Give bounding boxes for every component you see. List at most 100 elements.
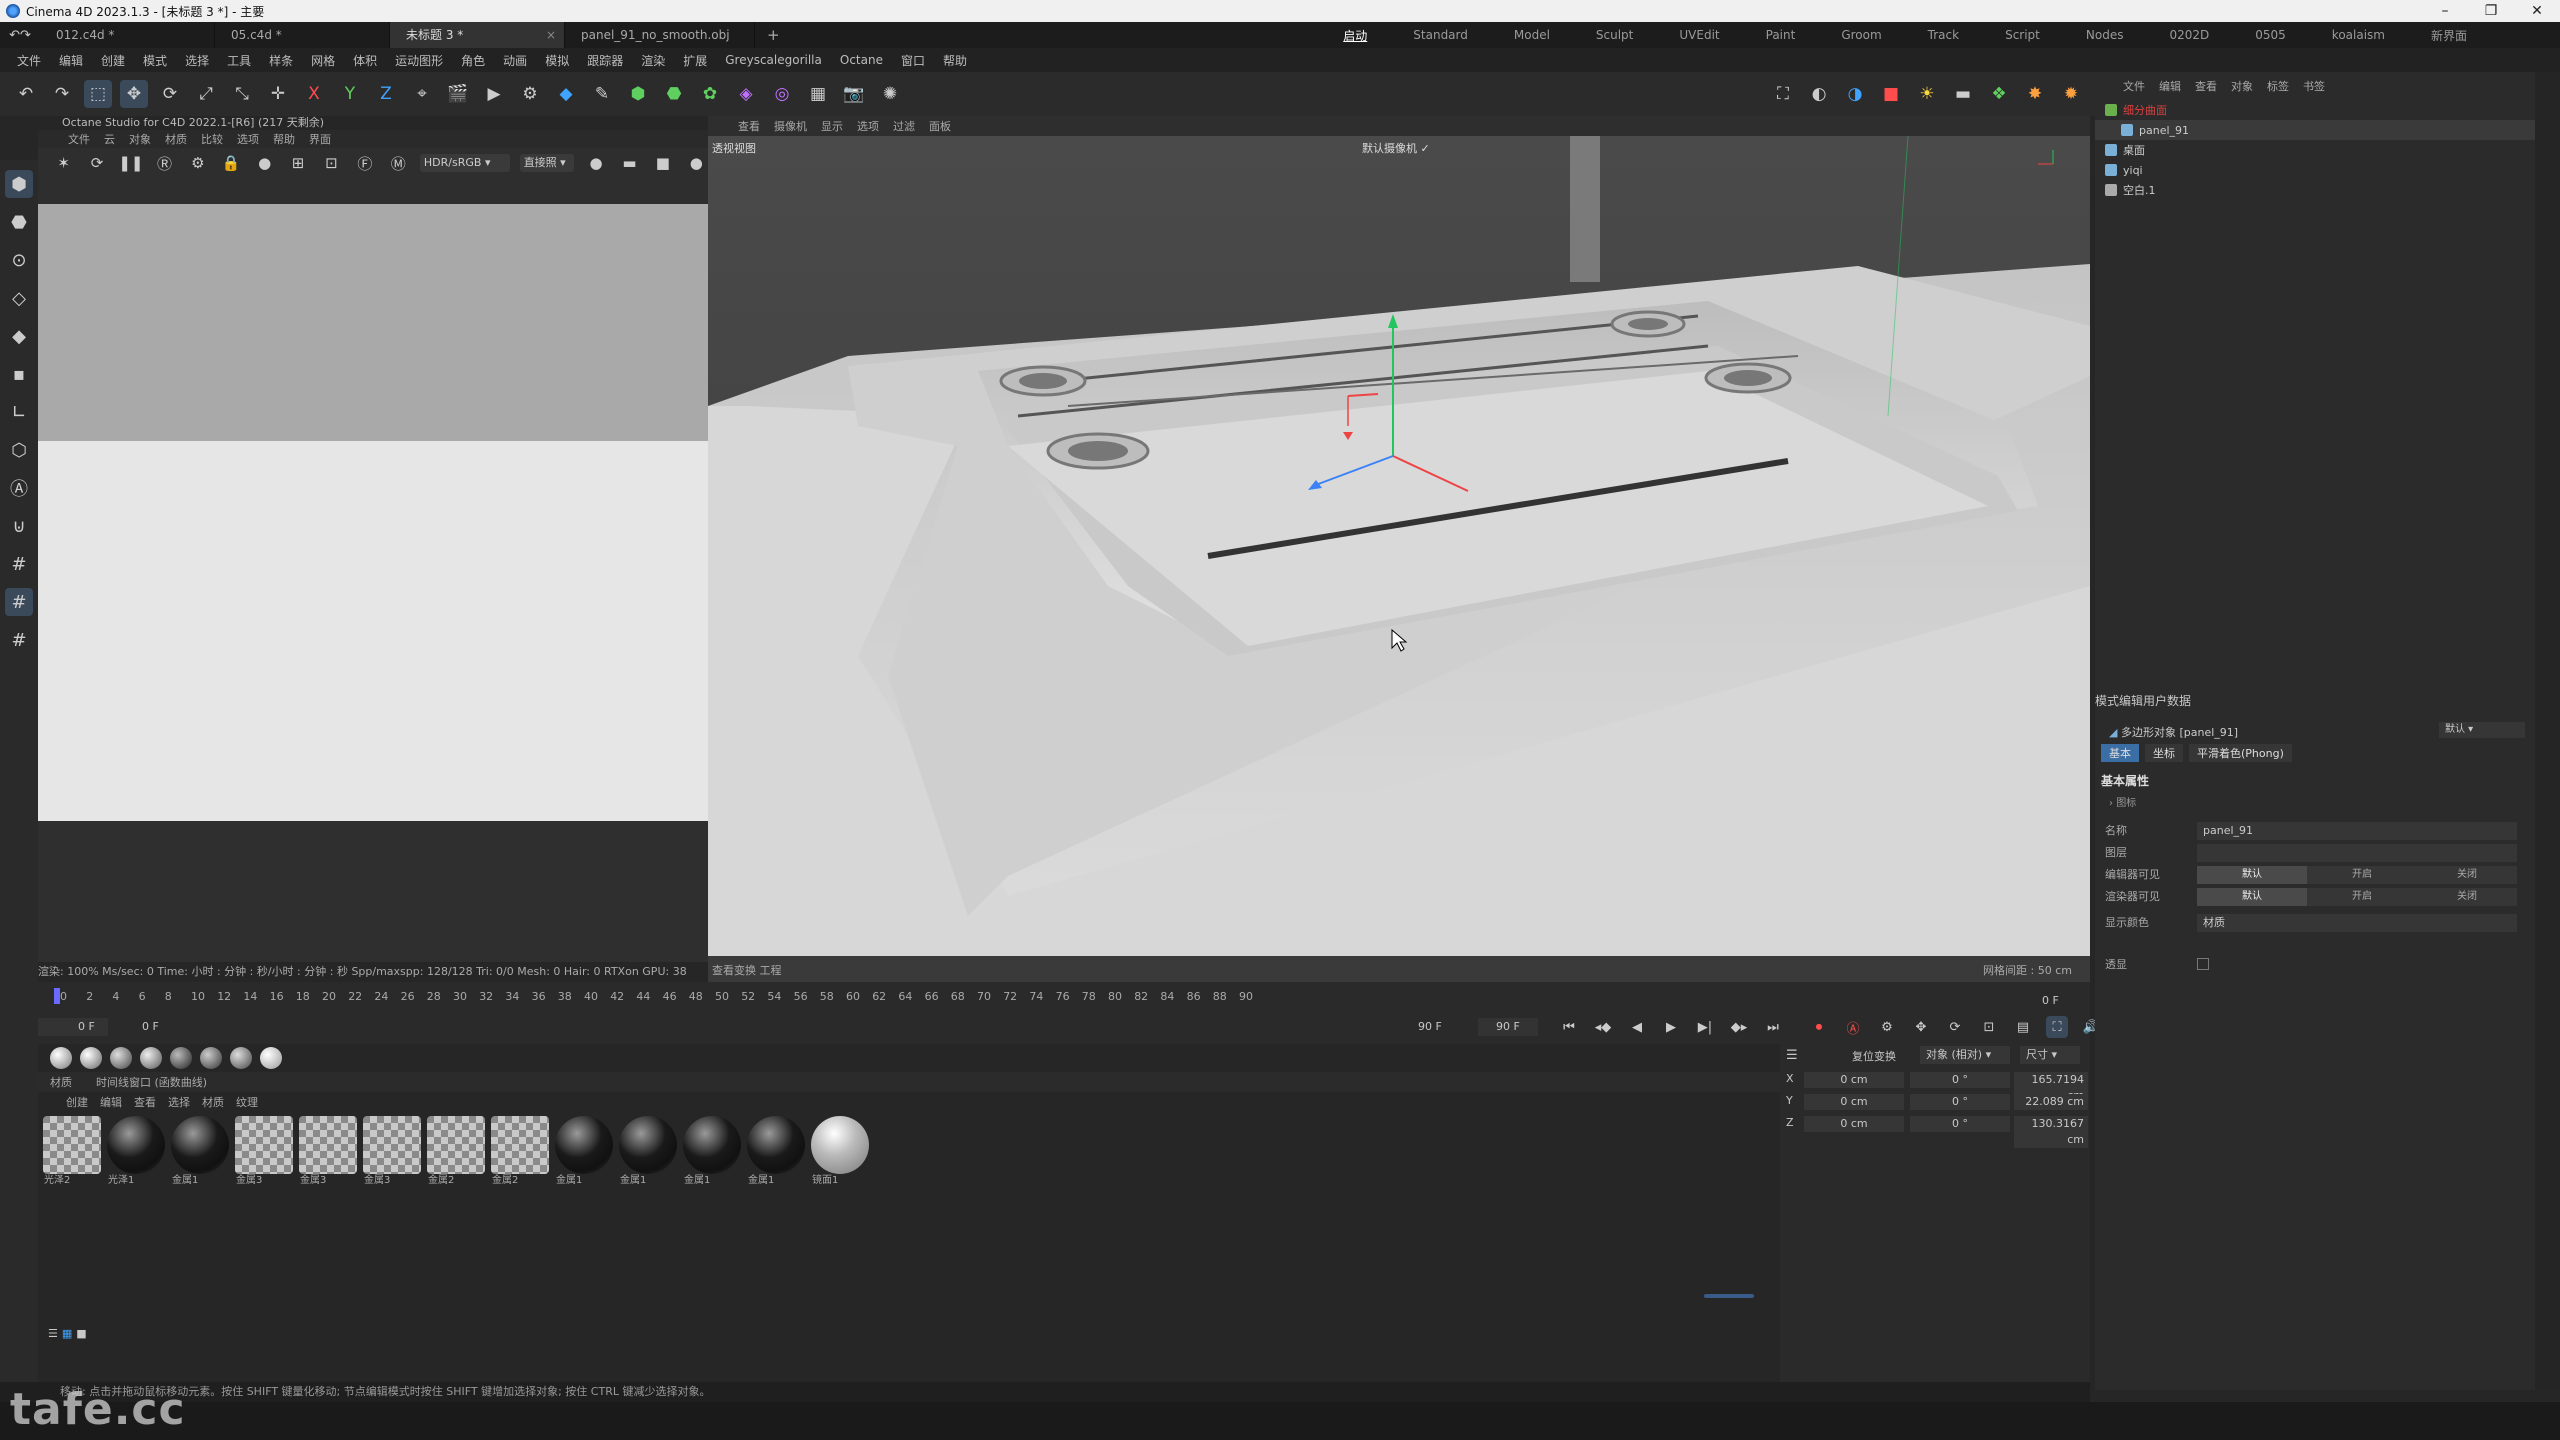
object-menu-item[interactable]: 标签 bbox=[2267, 78, 2289, 94]
layout-tab[interactable]: 启动 bbox=[1320, 27, 1390, 44]
layout-tab[interactable]: 0505 bbox=[2232, 28, 2309, 42]
menu-item[interactable]: 帮助 bbox=[934, 52, 976, 69]
octane-rect-icon[interactable]: ▬ bbox=[618, 151, 641, 175]
menu-item[interactable]: 网格 bbox=[302, 52, 344, 69]
material-swatch[interactable]: 金属2 bbox=[490, 1116, 550, 1186]
object-row[interactable]: yiqi bbox=[2095, 160, 2535, 180]
play-icon[interactable]: ▶ bbox=[1660, 1016, 1682, 1038]
key-rotation-icon[interactable]: ⟳ bbox=[1944, 1016, 1966, 1038]
polygons-mode-icon[interactable]: ◆ bbox=[5, 322, 33, 350]
octane-menu-item[interactable]: 比较 bbox=[201, 131, 223, 147]
material-swatch[interactable]: 光泽1 bbox=[106, 1116, 166, 1186]
layout-tab[interactable]: Track bbox=[1905, 28, 1982, 42]
material-menu-item[interactable]: 纹理 bbox=[236, 1094, 258, 1110]
playhead[interactable] bbox=[54, 988, 60, 1004]
coord-rotation-field[interactable]: 0 ° bbox=[1910, 1072, 2010, 1088]
key-settings-icon[interactable]: ⚙ bbox=[1876, 1016, 1898, 1038]
menu-item[interactable]: Octane bbox=[831, 53, 892, 67]
planar-workplane-icon[interactable]: # bbox=[5, 626, 33, 654]
doc-tab[interactable]: 012.c4d * bbox=[40, 22, 215, 48]
material-ball-icon[interactable] bbox=[170, 1047, 192, 1069]
viewport-menu-item[interactable]: 查看 bbox=[738, 118, 760, 134]
texture-mode-icon[interactable]: ⬣ bbox=[5, 208, 33, 236]
object-menu-item[interactable]: 文件 bbox=[2123, 78, 2145, 94]
viewport-menu-item[interactable]: 过滤 bbox=[893, 118, 915, 134]
menu-item[interactable]: 选择 bbox=[176, 52, 218, 69]
coord-mode-select[interactable]: 对象 (相对) ▾ bbox=[1920, 1046, 2010, 1064]
go-to-end-icon[interactable]: ⏭ bbox=[1762, 1016, 1784, 1038]
material-tab[interactable]: 材质 bbox=[50, 1074, 72, 1090]
field-icon[interactable]: ◎ bbox=[768, 80, 796, 108]
octane-sphere-icon[interactable]: ● bbox=[253, 151, 276, 175]
menu-item[interactable]: 跟踪器 bbox=[578, 52, 632, 69]
preset-select[interactable]: 默认 ▾ bbox=[2439, 722, 2525, 738]
octane-object-icon[interactable]: ❖ bbox=[1985, 80, 2013, 108]
material-swatch[interactable]: 金属3 bbox=[362, 1116, 422, 1186]
x-axis-lock-icon[interactable]: X bbox=[300, 80, 328, 108]
menu-item[interactable]: 扩展 bbox=[674, 52, 716, 69]
camera-icon[interactable]: 📷 bbox=[840, 80, 868, 108]
material-swatch[interactable]: 金属1 bbox=[554, 1116, 614, 1186]
menu-item[interactable]: 体积 bbox=[344, 52, 386, 69]
coordinate-system-icon[interactable]: ⌖ bbox=[408, 80, 436, 108]
reset-transform-button[interactable]: 复位变换 bbox=[1852, 1048, 1896, 1064]
render-settings-icon[interactable]: ⚙ bbox=[516, 80, 544, 108]
layout-tab[interactable]: Nodes bbox=[2063, 28, 2147, 42]
octane-menu-item[interactable]: 选项 bbox=[237, 131, 259, 147]
layout-tab[interactable]: Sculpt bbox=[1573, 28, 1656, 42]
grid-view-icon[interactable]: ▦ bbox=[62, 1327, 72, 1340]
octane-settings-icon[interactable]: ✹ bbox=[2057, 80, 2085, 108]
octane-scatter-icon[interactable]: ✸ bbox=[2021, 80, 2049, 108]
size-mode-select[interactable]: 尺寸 ▾ bbox=[2020, 1046, 2080, 1064]
object-menu-item[interactable]: 查看 bbox=[2195, 78, 2217, 94]
cloner-icon[interactable]: ✿ bbox=[696, 80, 724, 108]
anim-mode-icon[interactable]: Ⓐ bbox=[5, 474, 33, 502]
generator-icon[interactable]: ⬣ bbox=[660, 80, 688, 108]
render-default-option[interactable]: 默认 bbox=[2197, 888, 2307, 906]
edges-mode-icon[interactable]: ◇ bbox=[5, 284, 33, 312]
layout-tab[interactable]: 0202D bbox=[2146, 28, 2232, 42]
doc-tab[interactable]: 05.c4d * bbox=[215, 22, 390, 48]
workplane-icon[interactable]: # bbox=[5, 550, 33, 578]
material-swatch[interactable]: 金属1 bbox=[746, 1116, 806, 1186]
editor-default-option[interactable]: 默认 bbox=[2197, 866, 2307, 884]
viewport-menu-item[interactable]: 选项 bbox=[857, 118, 879, 134]
octane-material-icon[interactable]: ◐ bbox=[1805, 80, 1833, 108]
coord-size-field[interactable]: 130.3167 cm bbox=[2014, 1116, 2088, 1148]
kernel-select[interactable]: 直接照 ▾ bbox=[519, 154, 575, 172]
object-row[interactable]: panel_91 bbox=[2095, 120, 2535, 140]
object-menu-item[interactable]: 编辑 bbox=[2159, 78, 2181, 94]
menu-item[interactable]: 角色 bbox=[452, 52, 494, 69]
octane-viewport-icon[interactable]: ⛶ bbox=[1769, 80, 1797, 108]
attribute-menu-item[interactable]: 模式 bbox=[2095, 694, 2119, 708]
octane-clay-icon[interactable]: ⊡ bbox=[320, 151, 343, 175]
large-view-icon[interactable]: ■ bbox=[76, 1327, 86, 1340]
current-frame-field[interactable]: 0 F bbox=[38, 1018, 108, 1036]
material-swatch[interactable]: 金属1 bbox=[682, 1116, 742, 1186]
object-menu-item[interactable]: 书签 bbox=[2303, 78, 2325, 94]
layout-tab[interactable]: UVEdit bbox=[1656, 28, 1742, 42]
coord-rotation-field[interactable]: 0 ° bbox=[1910, 1116, 2010, 1132]
axis-tool-icon[interactable]: ✛ bbox=[264, 80, 292, 108]
select-tool-icon[interactable]: ⬚ bbox=[84, 80, 112, 108]
coord-position-field[interactable]: 0 cm bbox=[1804, 1116, 1904, 1132]
octane-lock-icon[interactable]: 🔒 bbox=[220, 151, 243, 175]
snap-icon[interactable]: ⊍ bbox=[5, 512, 33, 540]
move-tool-icon[interactable]: ✥ bbox=[120, 80, 148, 108]
octane-light-icon[interactable]: ▬ bbox=[1949, 80, 1977, 108]
coord-position-field[interactable]: 0 cm bbox=[1804, 1094, 1904, 1110]
light-icon[interactable]: ✺ bbox=[876, 80, 904, 108]
material-menu-item[interactable]: 材质 bbox=[202, 1094, 224, 1110]
menu-item[interactable]: 编辑 bbox=[50, 52, 92, 69]
key-scale-icon[interactable]: ⊡ bbox=[1978, 1016, 2000, 1038]
menu-item[interactable]: 窗口 bbox=[892, 52, 934, 69]
material-swatch[interactable]: 镜面1 bbox=[810, 1116, 870, 1186]
menu-item[interactable]: 渲染 bbox=[632, 52, 674, 69]
z-axis-lock-icon[interactable]: Z bbox=[372, 80, 400, 108]
spline-pen-icon[interactable]: ✎ bbox=[588, 80, 616, 108]
material-ball-icon[interactable] bbox=[200, 1047, 222, 1069]
doc-tab[interactable]: panel_91_no_smooth.obj * bbox=[565, 22, 755, 68]
octane-camera-icon[interactable]: ■ bbox=[1877, 80, 1905, 108]
attribute-tab[interactable]: 坐标 bbox=[2145, 744, 2183, 762]
octane-render-output[interactable] bbox=[38, 204, 708, 962]
